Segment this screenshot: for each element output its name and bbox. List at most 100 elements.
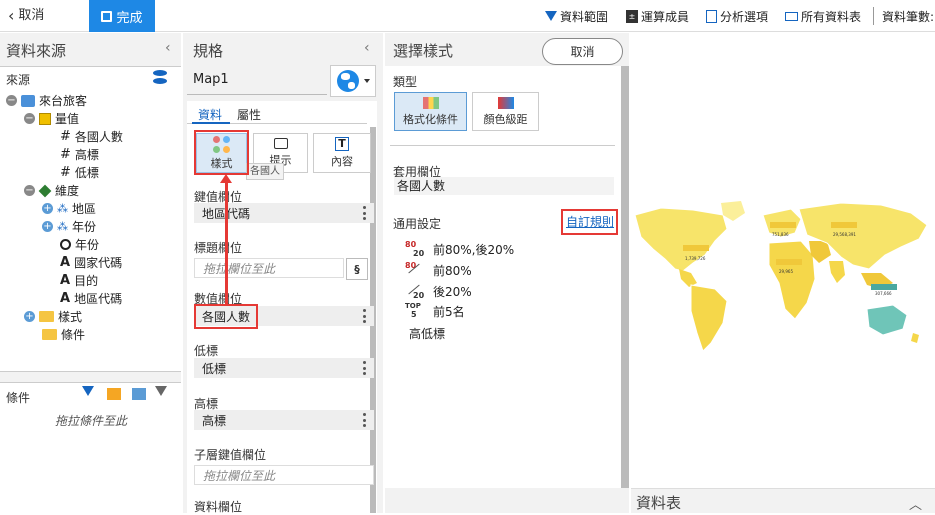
chart-type-dropdown[interactable] — [330, 65, 376, 97]
map-value-text: 29,568,391 — [833, 232, 856, 237]
value-field-highlight — [194, 304, 258, 329]
map-greenland — [721, 201, 745, 221]
layers-icon — [38, 184, 52, 197]
data-table-title: 資料表 — [636, 494, 682, 512]
high-field[interactable]: 高標 — [194, 410, 374, 430]
spec-title: 規格 — [193, 42, 224, 60]
map-value-label — [683, 245, 709, 251]
map-value-text: 751,836 — [772, 232, 789, 237]
condition-bottom20[interactable]: 20 後20% — [405, 282, 472, 300]
toolbar-divider — [873, 7, 874, 25]
type-color-scale-button[interactable]: 顏色級距 — [472, 92, 539, 131]
hierarchy-icon: ⁂ — [57, 220, 68, 233]
more-icon[interactable] — [363, 413, 366, 427]
tree-measure-item[interactable]: # 低標 — [60, 164, 99, 181]
key-field[interactable]: 地區代碼 — [194, 203, 374, 223]
row-count-label: 資料筆數: — [882, 9, 935, 24]
title-format-icon[interactable]: § — [346, 258, 368, 280]
database-icon[interactable] — [153, 70, 169, 86]
done-button[interactable]: 完成 — [89, 0, 155, 32]
hash-icon: # — [60, 129, 71, 144]
more-icon[interactable] — [363, 309, 366, 323]
type-conditional-format-button[interactable]: 格式化條件 — [394, 92, 467, 131]
cancel-button[interactable]: ‹ 取消 — [8, 0, 44, 32]
expand-icon[interactable]: + — [24, 311, 35, 322]
tree-style[interactable]: + 樣式 — [24, 308, 82, 325]
comment-icon — [273, 138, 288, 149]
collapse-spec-icon[interactable]: ‹ — [364, 40, 370, 56]
percent-80-20-icon: 80 20 — [405, 240, 425, 258]
top5-icon: TOP 5 — [405, 302, 421, 319]
tree-root[interactable]: − 來台旅客 — [6, 92, 87, 109]
more-icon[interactable] — [363, 361, 366, 375]
condition-top80[interactable]: 80 前80% — [405, 261, 472, 279]
map-australia — [866, 304, 908, 336]
calc-members-button[interactable]: ± 運算成員 — [626, 0, 689, 32]
tree-measure-item[interactable]: # 各國人數 — [60, 128, 123, 145]
title-field-label: 標題欄位 — [194, 241, 243, 255]
low-field-label: 低標 — [194, 344, 219, 358]
filter-list-icon[interactable] — [132, 388, 146, 400]
tab-properties[interactable]: 屬性 — [237, 106, 261, 123]
condition-top5[interactable]: TOP 5 前5名 — [405, 302, 465, 320]
data-source-title: 資料來源 — [6, 42, 67, 60]
expand-icon[interactable]: + — [42, 203, 53, 214]
data-range-button[interactable]: 資料範圍 — [545, 0, 608, 32]
tree-dimension-item[interactable]: + ⁂ 地區 — [42, 200, 96, 217]
color-scale-icon — [497, 96, 514, 109]
text-icon: T — [335, 137, 349, 151]
map-value-label — [831, 222, 857, 228]
hash-icon: # — [60, 147, 71, 162]
style-select-title: 選擇樣式 — [393, 42, 454, 60]
title-field-dropzone[interactable]: 拖拉欄位至此 — [194, 258, 344, 278]
condition-high-low[interactable]: 高低標 — [409, 325, 445, 342]
style-scrollbar[interactable] — [621, 66, 629, 488]
more-icon[interactable] — [363, 206, 366, 220]
filter-remove-icon[interactable] — [155, 386, 169, 400]
condition-top80-bottom20[interactable]: 80 20 前80%,後20% — [405, 240, 514, 258]
collapse-left-icon[interactable]: ‹ — [165, 40, 171, 56]
hover-tooltip: 各國人 — [246, 163, 284, 180]
low-field[interactable]: 低標 — [194, 358, 374, 378]
globe-icon — [336, 70, 359, 92]
general-settings-label: 通用設定 — [393, 217, 442, 231]
content-button[interactable]: T 內容 — [313, 133, 371, 173]
filter-icon — [545, 11, 557, 21]
map-value-label — [770, 222, 796, 228]
save-icon — [101, 10, 113, 22]
filter-add-icon[interactable] — [82, 386, 96, 400]
tree-measures[interactable]: − 量值 — [24, 110, 79, 127]
child-key-field-dropzone[interactable]: 拖拉欄位至此 — [194, 465, 374, 485]
tree-measure-item[interactable]: # 高標 — [60, 146, 99, 163]
tree-condition[interactable]: 條件 — [42, 326, 85, 343]
map-value-label — [776, 259, 802, 265]
tab-data[interactable]: 資料 — [198, 106, 222, 123]
tree-dimension-item[interactable]: A 目的 — [60, 272, 98, 289]
map-south-america — [690, 284, 728, 352]
expand-icon[interactable]: + — [42, 221, 53, 232]
map-value-text: 307,666 — [875, 291, 892, 296]
map-value-text: 1,739,726 — [685, 256, 706, 261]
chevron-up-icon[interactable]: ︿ — [909, 494, 922, 513]
analysis-options-button[interactable]: 分析選項 — [706, 0, 768, 32]
all-tables-button[interactable]: 所有資料表 — [785, 0, 861, 32]
map-new-zealand — [911, 333, 919, 343]
table-icon — [785, 11, 798, 21]
filter-group-icon[interactable] — [107, 388, 121, 400]
style-cancel-button[interactable]: 取消 — [542, 38, 623, 65]
style-button-highlight — [194, 130, 249, 175]
filter-label: 條件 — [6, 391, 31, 405]
tree-dimension-item[interactable]: 年份 — [60, 236, 99, 253]
collapse-icon[interactable]: − — [24, 185, 35, 196]
map-canvas[interactable]: 751,836 1,739,726 29,568,391 29,965 307,… — [631, 33, 935, 488]
filter-drop-zone[interactable]: 拖拉條件至此 — [55, 412, 127, 429]
map-central-america — [679, 269, 697, 287]
hierarchy-icon: ⁂ — [57, 202, 68, 215]
collapse-icon[interactable]: − — [6, 95, 17, 106]
tree-dimension-item[interactable]: A 國家代碼 — [60, 254, 122, 271]
tree-dimension-item[interactable]: + ⁂ 年份 — [42, 218, 96, 235]
tree-dimensions[interactable]: − 維度 — [24, 182, 79, 199]
collapse-icon[interactable]: − — [24, 113, 35, 124]
tree-dimension-item[interactable]: A 地區代碼 — [60, 290, 122, 307]
folder-icon — [39, 311, 54, 322]
